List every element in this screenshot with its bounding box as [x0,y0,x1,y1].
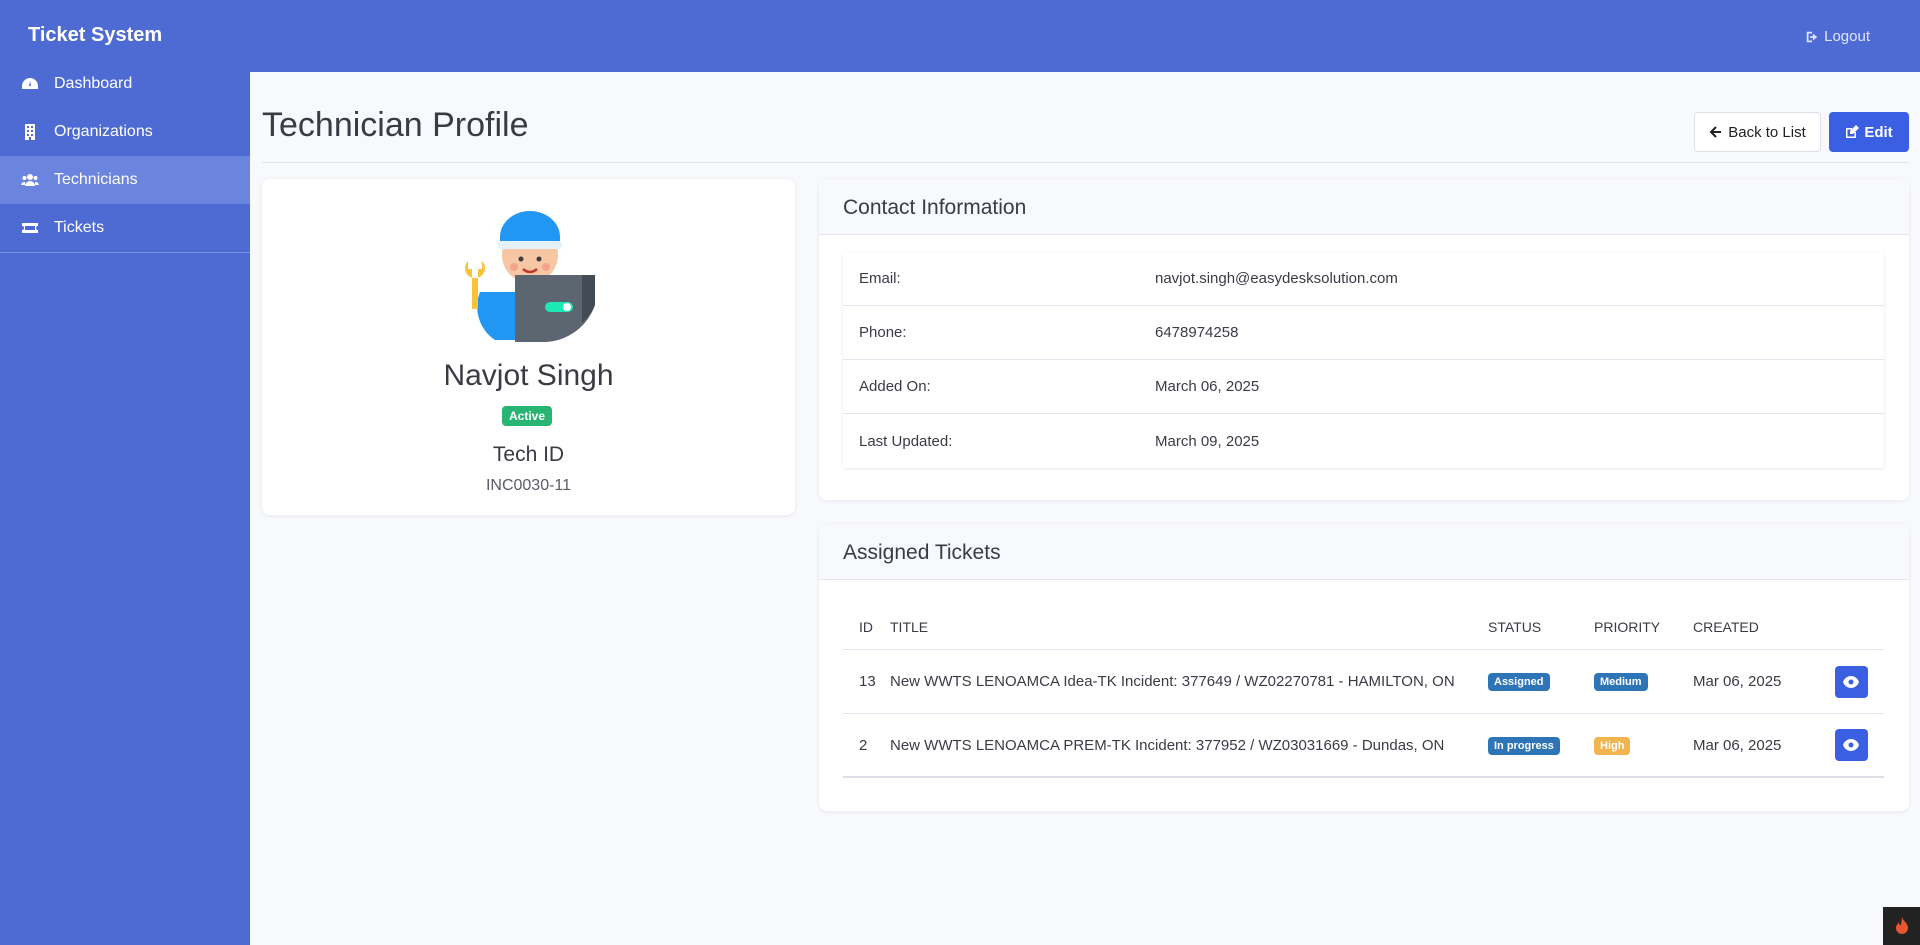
view-ticket-button[interactable] [1834,665,1868,698]
column-header-priority: PRIORITY [1594,618,1661,635]
ticket-title: New WWTS LENOAMCA PREM-TK Incident: 3779… [890,736,1445,754]
table-header: ID TITLE STATUS PRIORITY CREATED [843,604,1884,650]
page-title: Technician Profile [262,106,529,144]
technician-name: Navjot Singh [443,359,614,392]
contact-row-added-on: Added On: March 06, 2025 [843,360,1884,414]
view-ticket-button[interactable] [1834,729,1868,761]
sidebar-item-dashboard[interactable]: Dashboard [0,60,250,108]
arrow-left-icon [1709,126,1722,138]
contact-row-phone: Phone: 6478974258 [843,306,1884,360]
back-to-list-button[interactable]: Back to List [1694,112,1821,152]
status-badge: In progress [1488,736,1560,755]
status-badge: Assigned [1488,673,1550,691]
table-row: 2 New WWTS LENOAMCA PREM-TK Incident: 37… [843,714,1884,778]
flame-icon [1895,917,1908,934]
card-title: Assigned Tickets [843,541,1001,564]
ticket-title: New WWTS LENOAMCA Idea-TK Incident: 3776… [890,673,1455,690]
sidebar: Dashboard Organizations Technicians Tick… [0,60,250,945]
brand-title[interactable]: Ticket System [28,24,162,47]
back-label: Back to List [1728,123,1806,141]
column-header-id: ID [859,618,873,635]
contact-label: Last Updated: [859,432,953,450]
assigned-tickets-card: Assigned Tickets ID TITLE STATUS PRIORIT… [819,524,1909,811]
card-header: Contact Information [819,179,1909,235]
sidebar-item-tickets[interactable]: Tickets [0,204,250,252]
sidebar-item-label: Technicians [54,171,138,188]
logout-label: Logout [1824,28,1870,45]
contact-information-card: Contact Information Email: navjot.singh@… [819,179,1909,500]
ticket-id: 2 [859,736,868,754]
edit-label: Edit [1864,123,1893,141]
column-header-title: TITLE [890,618,929,635]
sidebar-item-label: Organizations [54,123,153,140]
debug-toolbar-button[interactable] [1883,907,1920,945]
ticket-priority-cell: High [1594,736,1693,755]
logout-button[interactable]: Logout [1805,28,1870,45]
status-badge: Active [502,406,553,426]
column-header-status: STATUS [1488,618,1542,635]
contact-value: March 06, 2025 [1155,378,1260,395]
card-title: Contact Information [843,196,1027,219]
ticket-created: Mar 06, 2025 [1693,673,1782,690]
table-row: 13 New WWTS LENOAMCA Idea-TK Incident: 3… [843,650,1884,714]
tickets-table: ID TITLE STATUS PRIORITY CREATED 13 New … [843,604,1884,778]
ticket-status-cell: Assigned [1488,672,1594,691]
contact-table: Email: navjot.singh@easydesksolution.com… [843,252,1884,468]
contact-value: navjot.singh@easydesksolution.com [1155,270,1398,287]
priority-badge: Medium [1594,673,1648,691]
sidebar-divider [0,252,250,253]
ticket-priority-cell: Medium [1594,672,1693,691]
contact-value: March 09, 2025 [1155,432,1260,450]
header-divider [262,162,1909,163]
users-icon [20,172,40,188]
contact-label: Phone: [859,324,907,341]
ticket-icon [20,220,40,236]
gauge-icon [20,76,40,92]
top-navbar: Ticket System Logout [0,0,1920,72]
ticket-status-cell: In progress [1488,736,1594,755]
tech-id-value: INC0030-11 [485,477,572,494]
building-icon [20,124,40,140]
sidebar-item-organizations[interactable]: Organizations [0,108,250,156]
sidebar-item-label: Dashboard [54,75,133,92]
ticket-actions [1818,665,1884,698]
contact-value: 6478974258 [1155,324,1239,341]
profile-card: Navjot Singh Active Tech ID INC0030-11 [262,179,795,515]
contact-label: Added On: [859,378,931,395]
contact-row-last-updated: Last Updated: March 09, 2025 [843,414,1884,468]
edit-button[interactable]: Edit [1829,112,1909,152]
card-header: Assigned Tickets [819,524,1909,580]
ticket-actions [1818,729,1884,761]
priority-badge: High [1594,736,1631,755]
ticket-id: 13 [859,673,876,690]
contact-row-email: Email: navjot.singh@easydesksolution.com [843,252,1884,306]
eye-icon [1843,739,1859,751]
edit-icon [1846,125,1860,138]
sign-out-icon [1806,31,1818,42]
sidebar-item-technicians[interactable]: Technicians [0,156,250,204]
tech-id-label: Tech ID [492,443,565,466]
ticket-created: Mar 06, 2025 [1693,736,1782,754]
column-header-created: CREATED [1693,618,1759,635]
eye-icon [1843,675,1859,688]
technician-avatar-icon [465,211,595,342]
contact-label: Email: [859,270,901,287]
sidebar-item-label: Tickets [54,219,105,236]
